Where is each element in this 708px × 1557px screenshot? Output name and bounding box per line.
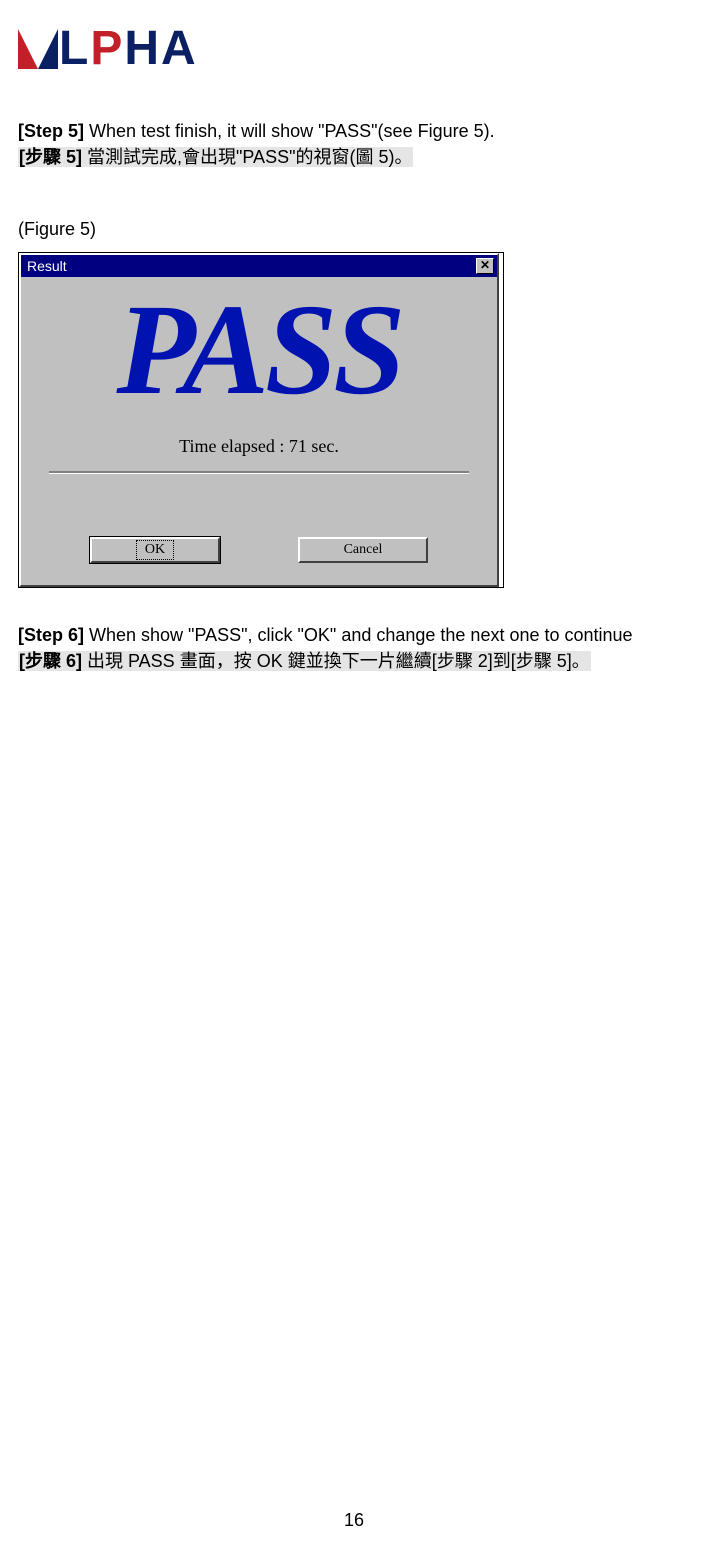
logo-letter: H: [124, 14, 161, 84]
step5-chinese: [步驟 5] 當測試完成,會出現"PASS"的視窗(圖 5)。: [18, 147, 413, 167]
step6-text-en: When show "PASS", click "OK" and change …: [84, 625, 633, 645]
step6-chinese: [步驟 6] 出現 PASS 畫面，按 OK 鍵並換下一片繼續[步驟 2]到[步…: [18, 651, 591, 671]
logo-letter: L: [59, 14, 90, 84]
ok-button-label: OK: [136, 540, 174, 560]
cancel-button-label: Cancel: [335, 540, 392, 560]
close-icon: ✕: [480, 258, 490, 272]
figure-label: (Figure 5): [18, 216, 690, 242]
logo-letter: P: [90, 14, 124, 84]
result-dialog: Result ✕ PASS Time elapsed : 71 sec. OK …: [19, 253, 499, 587]
dialog-title: Result: [27, 256, 476, 276]
dialog-body: PASS Time elapsed : 71 sec. OK Cancel: [21, 277, 497, 585]
brand-logo: L P H A: [18, 14, 690, 84]
step6-lead-zh: [步驟 6]: [19, 651, 82, 671]
close-button[interactable]: ✕: [476, 258, 494, 274]
step5-text-zh: 當測試完成,會出現"PASS"的視窗(圖 5)。: [82, 147, 412, 167]
step5-lead-en: [Step 5]: [18, 121, 84, 141]
time-elapsed: Time elapsed : 71 sec.: [21, 433, 497, 463]
ok-button[interactable]: OK: [90, 537, 220, 563]
step6-english: [Step 6] When show "PASS", click "OK" an…: [18, 622, 690, 648]
logo-mark: [18, 29, 58, 69]
step6-text-zh: 出現 PASS 畫面，按 OK 鍵並換下一片繼續[步驟 2]到[步驟 5]。: [82, 651, 590, 671]
button-row: OK Cancel: [21, 489, 497, 571]
pass-text: PASS: [21, 277, 497, 433]
result-dialog-screenshot: Result ✕ PASS Time elapsed : 71 sec. OK …: [18, 252, 504, 588]
cancel-button[interactable]: Cancel: [298, 537, 428, 563]
step5-lead-zh: [步驟 5]: [19, 147, 82, 167]
step5-english: [Step 5] When test finish, it will show …: [18, 118, 690, 144]
step5-text-en: When test finish, it will show "PASS"(se…: [84, 121, 495, 141]
logo-letter: A: [161, 14, 198, 84]
page-number: 16: [18, 1507, 690, 1533]
titlebar: Result ✕: [21, 255, 497, 277]
step6-lead-en: [Step 6]: [18, 625, 84, 645]
divider: [49, 471, 469, 473]
